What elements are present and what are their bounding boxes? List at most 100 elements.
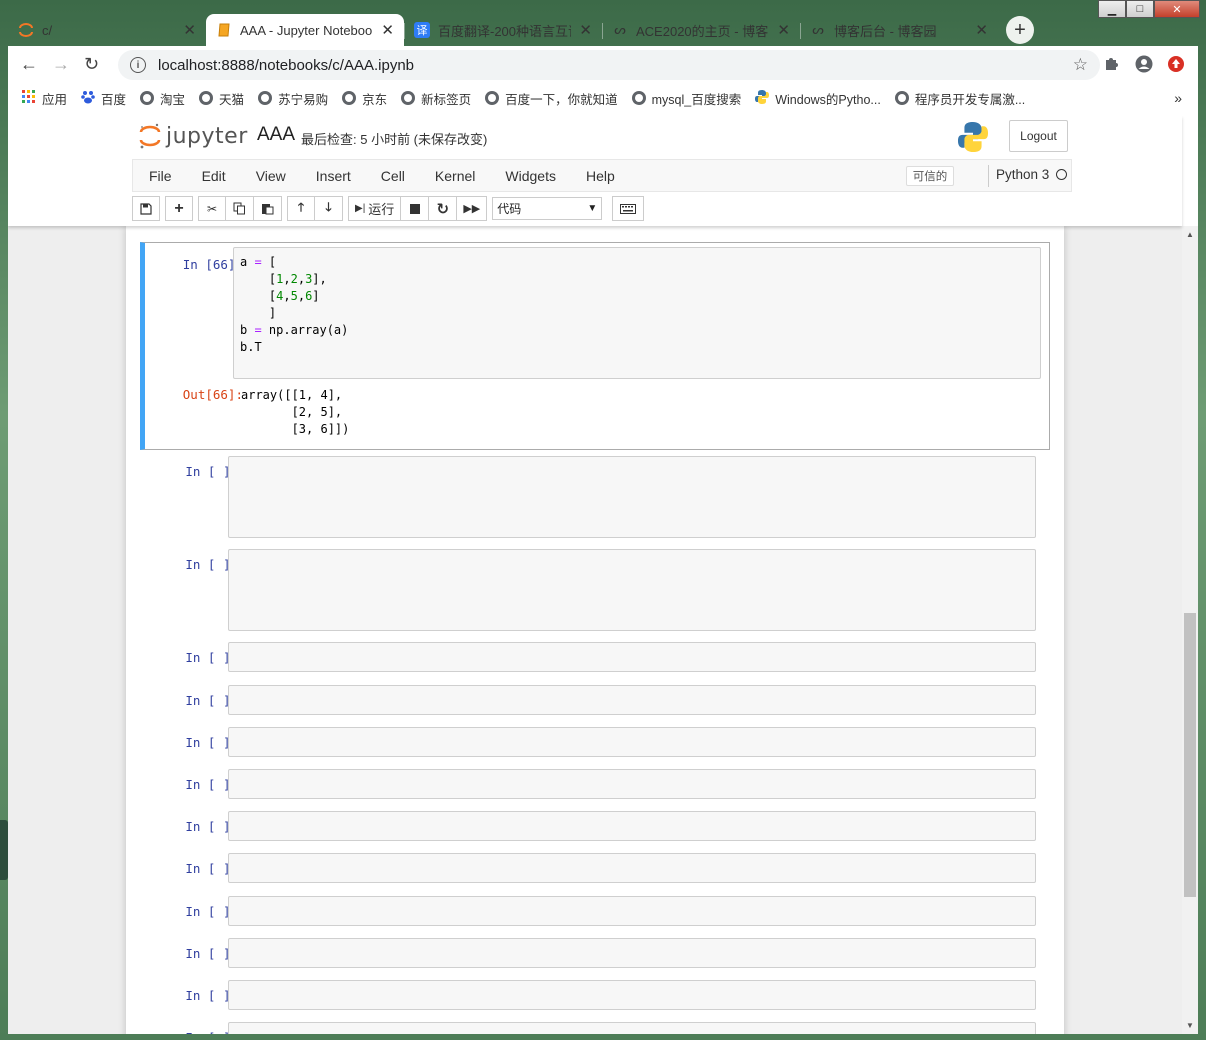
code-token: a [240, 255, 255, 269]
code-cell-empty[interactable]: In [ ]: [140, 642, 1050, 676]
code-cell-empty[interactable]: In [ ]: [140, 980, 1050, 1014]
menu-widgets[interactable]: Widgets [489, 168, 570, 184]
code-input[interactable] [228, 549, 1036, 631]
save-button[interactable] [132, 196, 160, 221]
close-window-button[interactable]: ✕ [1154, 0, 1200, 18]
run-button[interactable]: ▶| 运行 [348, 196, 402, 221]
minimize-button[interactable]: ▁ [1098, 0, 1126, 18]
bookmark-star-icon[interactable]: ☆ [1073, 55, 1088, 75]
tab-ace2020[interactable]: ᔕ ACE2020的主页 - 博客园 ✕ [602, 14, 800, 46]
bookmark-baidu[interactable]: 百度 [81, 89, 126, 108]
bookmark-suning[interactable]: 苏宁易购 [258, 89, 328, 108]
copy-button[interactable] [226, 196, 254, 221]
update-icon[interactable] [1167, 55, 1185, 73]
move-down-button[interactable]: 🡓 [315, 196, 343, 221]
code-cell-empty[interactable]: In [ ]: [140, 1022, 1050, 1034]
bookmark-mysql[interactable]: mysql_百度搜索 [631, 89, 741, 108]
back-arrow-icon[interactable]: ← [20, 54, 38, 75]
bookmark-taobao[interactable]: 淘宝 [140, 89, 185, 108]
bookmark-newtab[interactable]: 新标签页 [401, 89, 471, 108]
menu-edit[interactable]: Edit [186, 168, 240, 184]
menu-kernel[interactable]: Kernel [419, 168, 489, 184]
restart-run-all-button[interactable]: ▶▶ [457, 196, 488, 221]
input-prompt: In [66]: [182, 257, 243, 272]
restart-button[interactable]: ↻ [429, 196, 458, 221]
bookmark-baidu-search[interactable]: 百度一下，你就知道 [485, 89, 618, 108]
code-input[interactable] [228, 769, 1036, 799]
page-scrollbar[interactable]: ▲ ▼ [1182, 226, 1198, 1034]
code-input[interactable] [228, 1022, 1036, 1034]
side-grip-handle[interactable] [0, 820, 8, 880]
move-up-button[interactable]: 🡑 [287, 196, 315, 221]
trusted-badge[interactable]: 可信的 [906, 166, 954, 186]
reload-icon[interactable]: ↻ [84, 54, 99, 75]
code-input[interactable] [228, 938, 1036, 968]
paste-button[interactable] [254, 196, 282, 221]
code-cell-empty[interactable]: In [ ]: [140, 685, 1050, 719]
new-tab-button[interactable]: + [1006, 16, 1034, 44]
code-input[interactable] [228, 811, 1036, 841]
menu-file[interactable]: File [133, 168, 186, 184]
menu-cell[interactable]: Cell [365, 168, 419, 184]
info-icon[interactable]: i [130, 57, 146, 73]
jupyter-brand: jupyter [166, 123, 248, 149]
tab-c[interactable]: c/ ✕ [8, 14, 206, 46]
code-input[interactable] [228, 727, 1036, 757]
close-tab-icon[interactable]: ✕ [579, 21, 592, 39]
code-cell-empty[interactable]: In [ ]: [140, 769, 1050, 803]
jupyter-logo[interactable]: jupyter [138, 122, 248, 150]
code-cell-empty[interactable]: In [ ]: [140, 456, 1050, 542]
interrupt-button[interactable] [401, 196, 430, 221]
code-cell-empty[interactable]: In [ ]: [140, 853, 1050, 887]
maximize-button[interactable]: □ [1126, 0, 1154, 18]
bookmark-jd[interactable]: 京东 [342, 89, 387, 108]
bookmark-dev-activation[interactable]: 程序员开发专属激... [894, 89, 1025, 108]
forward-arrow-icon[interactable]: → [52, 54, 70, 75]
bookmark-label: 百度一下，你就知道 [505, 92, 618, 107]
code-input[interactable] [228, 853, 1036, 883]
code-input[interactable] [228, 456, 1036, 538]
code-cell-empty[interactable]: In [ ]: [140, 938, 1050, 972]
tab-aaa-notebook[interactable]: AAA - Jupyter Noteboo ✕ [206, 14, 404, 46]
menu-help[interactable]: Help [570, 168, 629, 184]
code-input[interactable] [228, 896, 1036, 926]
scrollbar-thumb[interactable] [1184, 613, 1196, 897]
close-tab-icon[interactable]: ✕ [777, 21, 790, 39]
close-tab-icon[interactable]: ✕ [183, 21, 196, 39]
extensions-icon[interactable] [1102, 55, 1120, 73]
tab-baidu-translate[interactable]: 译 百度翻译-200种语言互译 ✕ [404, 14, 602, 46]
menu-view[interactable]: View [240, 168, 300, 184]
bookmark-apps[interactable]: 应用 [22, 89, 67, 108]
code-cell-selected[interactable]: In [66]: a = [ [1,2,3], [4,5,6] ] b = np.… [140, 242, 1050, 450]
scroll-down-icon[interactable]: ▼ [1186, 1021, 1194, 1030]
logout-button[interactable]: Logout [1009, 120, 1068, 152]
cell-type-select[interactable]: 代码 ▼ [492, 197, 603, 220]
globe-icon [258, 91, 273, 105]
code-cell-empty[interactable]: In [ ]: [140, 811, 1050, 845]
code-input[interactable] [228, 980, 1036, 1010]
close-tab-icon[interactable]: ✕ [975, 21, 988, 39]
bookmark-label: 淘宝 [160, 92, 186, 107]
tab-blog-admin[interactable]: ᔕ 博客后台 - 博客园 ✕ [800, 14, 998, 46]
scroll-up-icon[interactable]: ▲ [1186, 230, 1194, 239]
close-tab-icon[interactable]: ✕ [381, 21, 394, 39]
code-input[interactable] [228, 642, 1036, 672]
profile-icon[interactable] [1135, 55, 1153, 73]
code-line: a = [ [240, 254, 1034, 271]
bookmark-tmall[interactable]: 天猫 [199, 89, 244, 108]
notebook-name[interactable]: AAA [257, 124, 295, 146]
command-palette-button[interactable] [612, 196, 645, 221]
code-cell-empty[interactable]: In [ ]: [140, 896, 1050, 930]
code-input[interactable] [228, 685, 1036, 715]
code-input[interactable]: a = [ [1,2,3], [4,5,6] ] b = np.array(a) b… [233, 247, 1041, 379]
url-text[interactable]: localhost:8888/notebooks/c/AAA.ipynb [158, 57, 1073, 74]
insert-cell-button[interactable]: + [165, 196, 193, 221]
input-prompt: In [ ]: [185, 650, 238, 665]
code-cell-empty[interactable]: In [ ]: [140, 549, 1050, 635]
menu-insert[interactable]: Insert [300, 168, 365, 184]
cut-button[interactable]: ✂ [198, 196, 226, 221]
code-cell-empty[interactable]: In [ ]: [140, 727, 1050, 761]
bookmark-windows-python[interactable]: Windows的Pytho... [755, 89, 881, 108]
more-bookmarks-icon[interactable]: » [1174, 90, 1182, 106]
address-bar[interactable]: i localhost:8888/notebooks/c/AAA.ipynb ☆ [118, 50, 1100, 80]
